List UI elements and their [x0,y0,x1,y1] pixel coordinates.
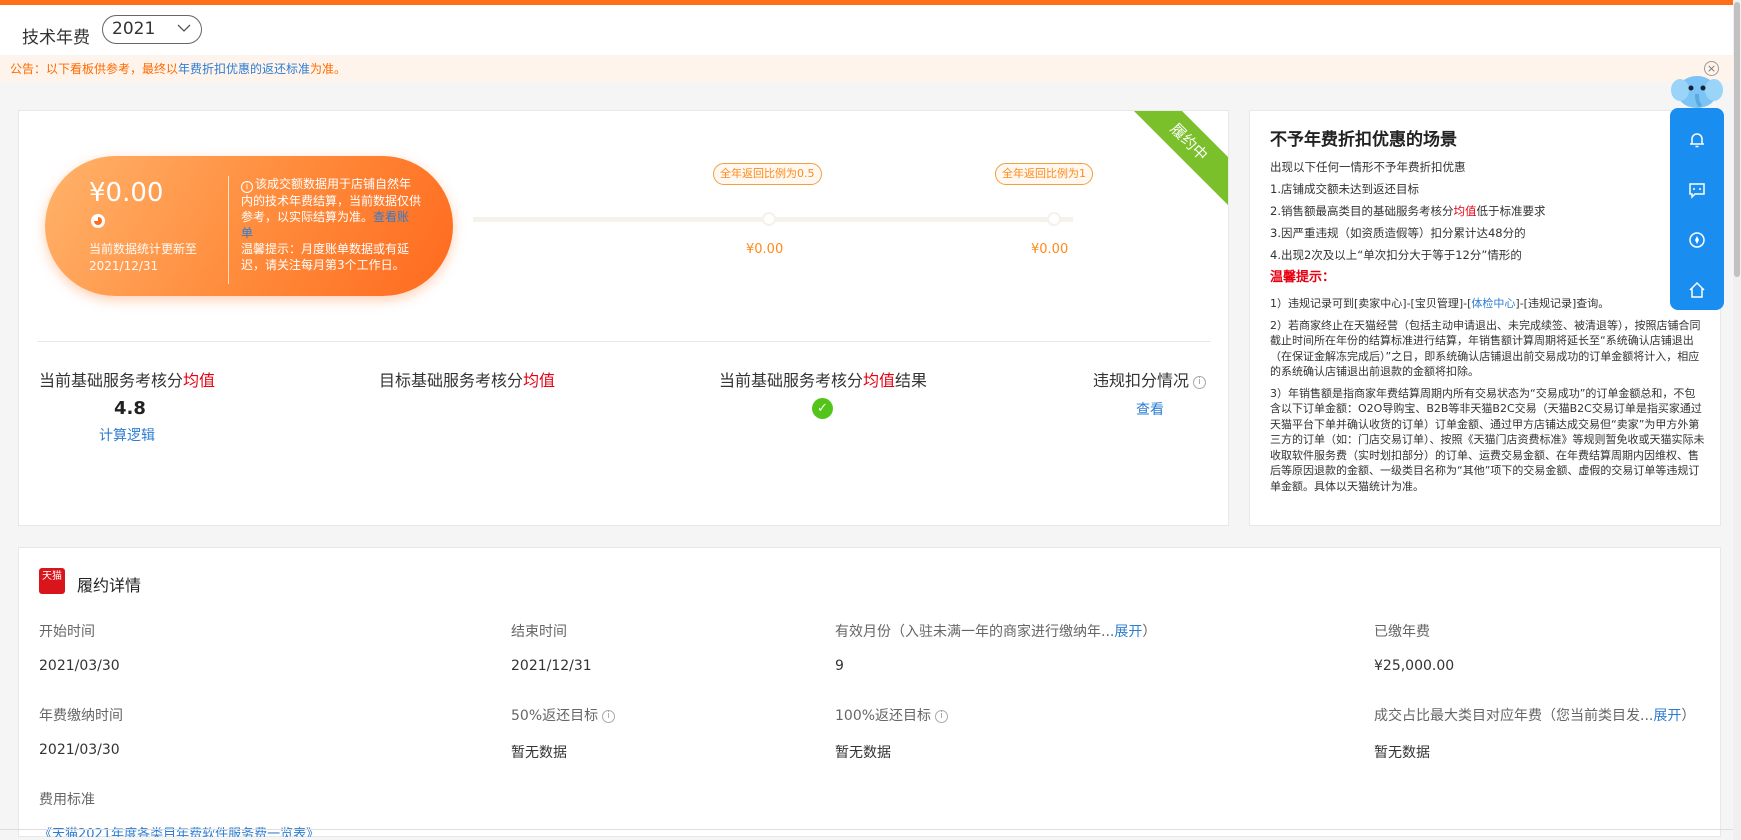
check-icon: ✓ [812,398,833,419]
scrollbar-thumb[interactable] [1734,2,1740,277]
section-divider [37,341,1211,342]
target-50-value: 暂无数据 [511,745,567,761]
question-icon[interactable]: i [935,710,949,723]
pay-time-label: 年费缴纳时间 [39,708,123,724]
update-info: 当前数据统计更新至 2021/12/31 [89,241,197,275]
question-icon[interactable]: i [1193,376,1207,389]
pill-divider [228,176,229,284]
update-line2: 2021/12/31 [89,259,159,273]
rule-item-3: 3.因严重违规（如资质造假等）扣分累计达48分的 [1270,226,1526,240]
year-select[interactable]: 2021 [102,15,202,44]
pie-icon [91,214,105,228]
scrollbar[interactable] [1733,0,1741,840]
fee-type-label: 技术年费 [22,28,90,48]
notice-suffix: 为准。 [310,62,347,76]
target-50-label: 50%返还目标 i [511,705,616,725]
elephant-mascot-icon [1671,76,1723,108]
status-ribbon: 履约中 [1123,111,1228,208]
violation-title: 违规扣分情况 i [1093,367,1207,391]
fee-standard-label: 费用标准 [39,792,95,808]
tip-paragraph-3: 3）年销售额是指商家年费结算周期内所有交易状态为“交易成功”的订单金额总和，不包… [1270,386,1705,493]
home-icon[interactable] [1687,280,1707,300]
compass-icon[interactable] [1687,230,1707,250]
current-score-value: 4.8 [114,398,146,419]
view-violation-link[interactable]: 查看 [1136,399,1164,419]
milestone-dot-full [1047,212,1061,226]
chat-icon[interactable] [1687,180,1707,200]
end-time-label: 结束时间 [511,624,567,640]
revenue-pill: ¥0.00 当前数据统计更新至 2021/12/31 i 该成交额数据用于店铺自然… [45,156,453,296]
year-select-value: 2021 [112,19,156,39]
floating-toolbar [1670,108,1724,310]
fulfillment-detail-card: 天猫 履约详情 开始时间 2021/03/30 结束时间 2021/12/31 … [18,547,1721,837]
bell-icon[interactable] [1687,130,1707,150]
milestone-value-half: ¥0.00 [746,242,784,257]
close-icon[interactable]: × [1704,61,1719,76]
max-category-fee-label: 成交占比最大类目对应年费（您当前类目发...展开） [1374,708,1696,724]
fee-standard-link[interactable]: 《天猫2021年度各类目年费软件服务费一览表》 [39,823,319,837]
info-icon: i [241,181,253,193]
rule-item-2: 2.销售额最高类目的基础服务考核分均值低于标准要求 [1270,204,1546,218]
valid-months-label: 有效月份（入驻未满一年的商家进行缴纳年...展开） [835,624,1157,640]
rule-item-1: 1.店铺成交额未达到返还目标 [1270,182,1419,196]
detail-title: 履约详情 [77,576,142,595]
notice-prefix: 公告：以下看板供参考，最终以 [10,62,179,76]
rules-title: 不予年费折扣优惠的场景 [1270,130,1457,150]
milestone-tag-full: 全年返回比例为1 [995,163,1093,185]
target-score-title: 目标基础服务考核分均值 [379,371,556,390]
notice-link[interactable]: 年费折扣优惠的返还标准 [178,62,310,76]
milestone-tag-half: 全年返回比例为0.5 [713,163,822,185]
revenue-card: 履约中 ¥0.00 当前数据统计更新至 2021/12/31 i 该成交额数据用于… [18,110,1229,526]
milestone-dot-half [762,212,776,226]
tip-paragraph-2: 2）若商家终止在天猫经营（包括主动申请退出、未完成续签、被清退等），按照店铺合同… [1270,318,1701,379]
milestone-value-full: ¥0.00 [1031,242,1069,257]
end-time-value: 2021/12/31 [511,658,592,674]
question-icon[interactable]: i [602,710,616,723]
pay-time-value: 2021/03/30 [39,742,120,758]
rules-card: 不予年费折扣优惠的场景 出现以下任何一情形不予年费折扣优惠 1.店铺成交额未达到… [1249,110,1721,526]
target-100-value: 暂无数据 [835,745,891,761]
calc-logic-link[interactable]: 计算逻辑 [99,425,155,445]
revenue-amount: ¥0.00 [89,178,164,208]
rules-intro: 出现以下任何一情形不予年费折扣优惠 [1270,160,1466,174]
max-category-fee-value: 暂无数据 [1374,745,1430,761]
bottom-divider [0,829,1741,830]
tip-title: 温馨提示： [1270,270,1336,285]
tmall-logo: 天猫 [39,568,65,594]
expand-category-link[interactable]: 展开 [1653,708,1681,724]
valid-months-value: 9 [835,658,844,674]
health-center-link[interactable]: 体检中心 [1471,297,1515,310]
warm-tip-text: 温馨提示：月度账单数据或有延迟，请关注每月第3个工作日。 [241,242,410,272]
paid-fee-value: ¥25,000.00 [1374,658,1455,674]
chevron-down-icon [177,24,191,32]
start-time-label: 开始时间 [39,624,95,640]
update-line1: 当前数据统计更新至 [89,242,198,256]
score-result-title: 当前基础服务考核分均值结果 [719,371,928,390]
start-time-value: 2021/03/30 [39,658,120,674]
expand-months-link[interactable]: 展开 [1114,624,1142,640]
revenue-description: i 该成交额数据用于店铺自然年内的技术年费结算，当前数据仅供参考，以实际结算为准。… [241,176,421,273]
tip-paragraph-1: 1）违规记录可到[卖家中心]-[宝贝管理]-[体检中心]-[违规记录]查询。 [1270,297,1610,310]
rule-item-4: 4.出现2次及以上“单次扣分大于等于12分”情形的 [1270,248,1522,262]
header: 技术年费 2021 [0,5,1741,55]
current-score-title: 当前基础服务考核分均值 [39,371,216,390]
notice-bar: 公告：以下看板供参考，最终以年费折扣优惠的返还标准为准。 [0,56,1741,82]
target-100-label: 100%返还目标 i [835,705,949,725]
paid-fee-label: 已缴年费 [1374,624,1430,640]
